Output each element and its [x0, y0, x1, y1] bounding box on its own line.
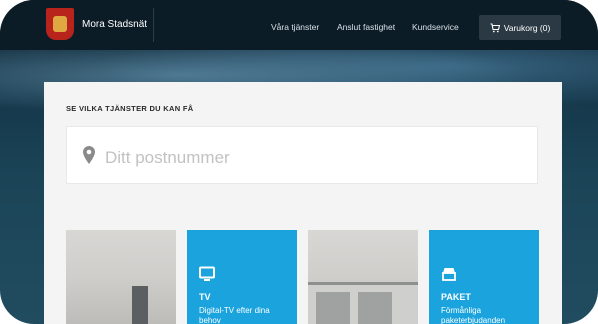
package-icon	[442, 268, 456, 281]
tile-package-title: PAKET	[441, 292, 471, 302]
municipality-logo-icon[interactable]	[46, 8, 74, 40]
tile-package[interactable]: PAKET Förmånliga paketerbjudanden	[429, 230, 539, 324]
tv-icon	[199, 266, 215, 281]
nav-link-customer-service[interactable]: Kundservice	[412, 22, 459, 32]
postal-code-input[interactable]	[103, 146, 507, 170]
service-search-panel: SE VILKA TJÄNSTER DU KAN FÅ TV Digital-T…	[44, 82, 562, 324]
location-pin-icon	[83, 146, 95, 164]
nav-link-services[interactable]: Våra tjänster	[271, 22, 319, 32]
page-frame: Mora Stadsnät Våra tjänster Anslut fasti…	[0, 0, 598, 324]
cart-button[interactable]: Varukorg (0)	[479, 15, 561, 40]
nav-link-connect-property[interactable]: Anslut fastighet	[337, 22, 395, 32]
photo-tile[interactable]	[66, 230, 176, 324]
brand-divider	[153, 8, 154, 42]
top-navbar: Mora Stadsnät Våra tjänster Anslut fasti…	[0, 0, 598, 50]
tile-package-description: Förmånliga paketerbjudanden	[441, 306, 506, 324]
tile-tv-title: TV	[199, 292, 211, 302]
brand-name[interactable]: Mora Stadsnät	[82, 19, 147, 30]
panel-title: SE VILKA TJÄNSTER DU KAN FÅ	[66, 104, 194, 113]
photo-tile[interactable]	[308, 230, 418, 324]
tile-tv-description: Digital-TV efter dina behov	[199, 306, 270, 324]
cart-label: Varukorg (0)	[503, 22, 551, 33]
postal-code-box	[66, 126, 538, 184]
shopping-cart-icon	[490, 22, 500, 32]
tile-tv[interactable]: TV Digital-TV efter dina behov	[187, 230, 297, 324]
